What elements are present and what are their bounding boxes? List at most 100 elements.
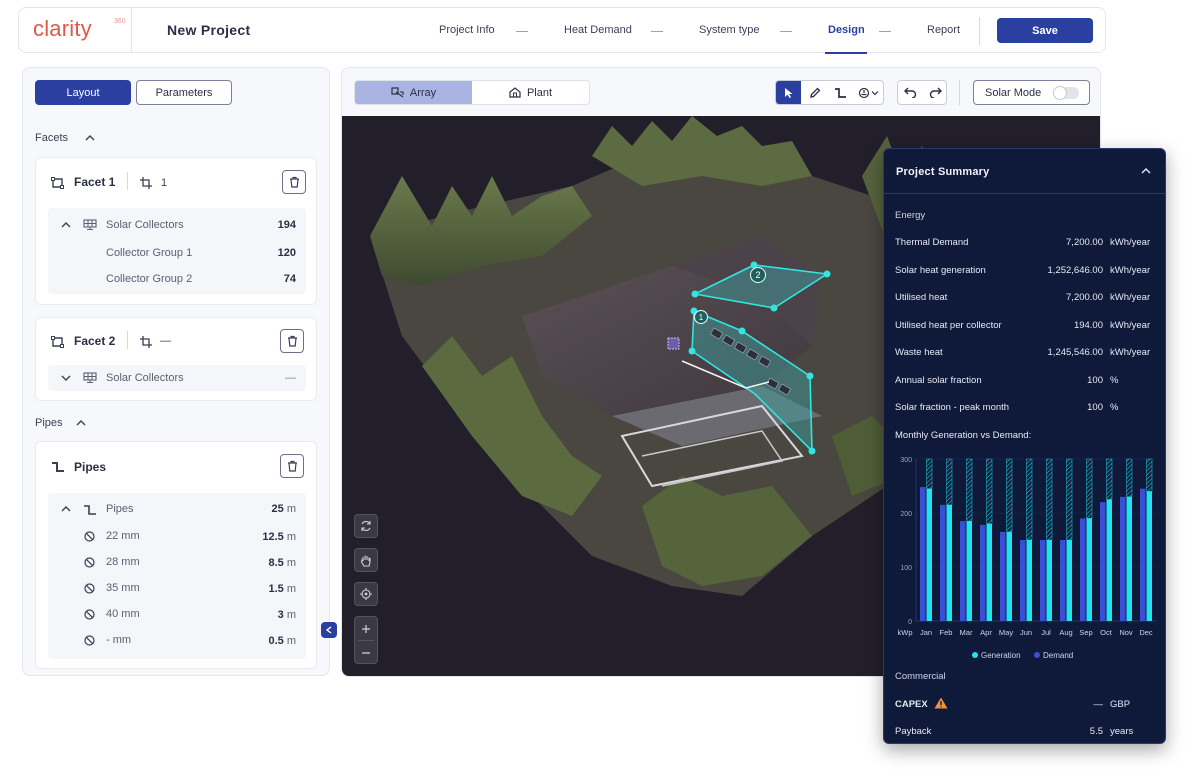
unit: m [286,609,296,621]
redo-button[interactable] [923,81,948,104]
facet-collectors-box: Solar Collectors 194 Collector Group 1 1… [48,208,306,294]
bar-capacity-hatch [966,458,973,522]
pan-view-button[interactable] [354,548,378,572]
collapse-panel-button[interactable] [321,622,337,638]
undo-button[interactable] [898,81,923,104]
pipes-section-header[interactable]: Pipes [35,417,63,429]
unit: m [286,583,296,595]
pipe-tool-button[interactable] [828,81,853,104]
chevron-up-icon[interactable] [61,506,71,512]
top-bar: clarity 360 New Project Project Info Hea… [18,7,1106,54]
zoom-out-button[interactable] [355,641,377,664]
chevron-up-icon[interactable] [1141,168,1151,174]
unit: m [286,503,296,515]
unit: m [286,635,296,647]
facet-card: Facet 2 — Solar Collectors — [35,317,317,401]
bar-capacity-hatch [1126,458,1133,498]
pipe-size-value: 8.5 m [268,557,296,569]
delete-pipes-button[interactable] [280,454,304,478]
facet-title[interactable]: Facet 1 [74,175,115,189]
layout-tab-button[interactable]: Layout [35,80,131,105]
bar-generation [1126,496,1132,621]
step-project-info[interactable]: Project Info [439,24,495,36]
minus-icon [362,651,370,654]
metric-unit: kWh/year [1110,320,1151,331]
pipe-size-value: 12.5 m [262,531,296,543]
refresh-icon [361,521,371,531]
chevron-down-icon[interactable] [61,375,71,381]
delete-facet-button[interactable] [280,329,304,353]
facet-collectors-box: Solar Collectors — [48,365,306,391]
commercial-section-header: Commercial [895,671,946,682]
collector-group-label[interactable]: Collector Group 2 [106,273,192,285]
collector-group-label[interactable]: Collector Group 1 [106,247,192,259]
pipe-size-label: 40 mm [106,608,140,620]
bar-capacity-hatch [1106,458,1113,500]
bar-generation [1026,540,1032,621]
app-logo[interactable]: clarity [33,16,92,42]
metric-unit: kWh/year [1110,347,1151,358]
metric-label: Solar fraction - peak month [895,402,1010,413]
x-tick-label: Jun [1020,628,1032,637]
pipe-size-value: 0.5 m [268,635,296,647]
diameter-icon [84,557,95,568]
pipes-list-box: Pipes 25 m 22 mm 12.5 m 28 mm 8.5 m 35 m… [48,493,306,659]
solar-panel-icon [83,372,97,383]
metric-unit: kWh/year [1110,237,1151,248]
metric-value: 194.00 [1073,320,1103,331]
delete-facet-button[interactable] [282,170,306,194]
diameter-icon [84,635,95,646]
parameters-tab-button[interactable]: Parameters [136,80,232,105]
collector-group-value: 120 [277,247,296,259]
legend-generation: Generation [972,651,1021,660]
metric-label: Utilised heat per collector [895,320,1002,331]
warning-icon[interactable] [934,697,948,709]
chevron-up-icon[interactable] [76,420,86,426]
bar-generation [1066,540,1072,621]
pipe-size-value: 3 m [278,609,296,621]
pipes-title[interactable]: Pipes [74,460,106,474]
plant-view-tab[interactable]: Plant [472,81,589,104]
bar-generation [926,488,932,621]
pipe-size-label: 22 mm [106,530,140,542]
x-tick-label: Jul [1041,628,1051,637]
array-view-tab[interactable]: Array [355,81,472,104]
draw-tool-button[interactable] [802,81,827,104]
crop-icon [140,336,152,348]
unit: m [286,557,296,569]
solar-mode-toggle[interactable]: Solar Mode [973,80,1090,105]
divider [127,172,128,190]
locate-button[interactable] [354,582,378,606]
chevron-up-icon[interactable] [61,222,71,228]
solar-collectors-label: Solar Collectors [106,219,184,231]
array-marker-1[interactable]: 1 [694,310,708,324]
save-button[interactable]: Save [997,18,1093,43]
chevron-up-icon[interactable] [85,135,95,141]
bar-generation [1006,531,1012,621]
summary-title: Project Summary [896,166,990,178]
metric-unit: kWh/year [1110,265,1151,276]
cursor-icon [784,87,793,98]
rotate-view-button[interactable] [354,514,378,538]
toggle-switch[interactable] [1053,86,1079,100]
facets-section-header[interactable]: Facets [35,132,68,144]
x-unit-label: kWp [898,628,913,637]
facet-card: Facet 1 1 Solar Collectors 194 Collector… [35,157,317,305]
metric-value: 1,245,546.00 [1047,347,1103,358]
y-tick-label: 300 [900,457,912,464]
bar-demand [1140,488,1146,621]
x-tick-label: Feb [940,628,953,637]
x-tick-label: Aug [1059,628,1072,637]
zoom-in-button[interactable] [355,617,377,640]
step-design[interactable]: Design [828,24,865,36]
step-report[interactable]: Report [927,24,960,36]
metric-label: Solar heat generation [895,265,986,276]
array-marker-2[interactable]: 2 [750,267,766,283]
diameter-icon [84,583,95,594]
select-tool-button[interactable] [776,81,801,104]
step-heat-demand[interactable]: Heat Demand [564,24,632,36]
facet-title[interactable]: Facet 2 [74,334,115,348]
crop-icon [140,177,152,189]
object-tool-dropdown[interactable] [854,81,884,104]
step-system-type[interactable]: System type [699,24,760,36]
